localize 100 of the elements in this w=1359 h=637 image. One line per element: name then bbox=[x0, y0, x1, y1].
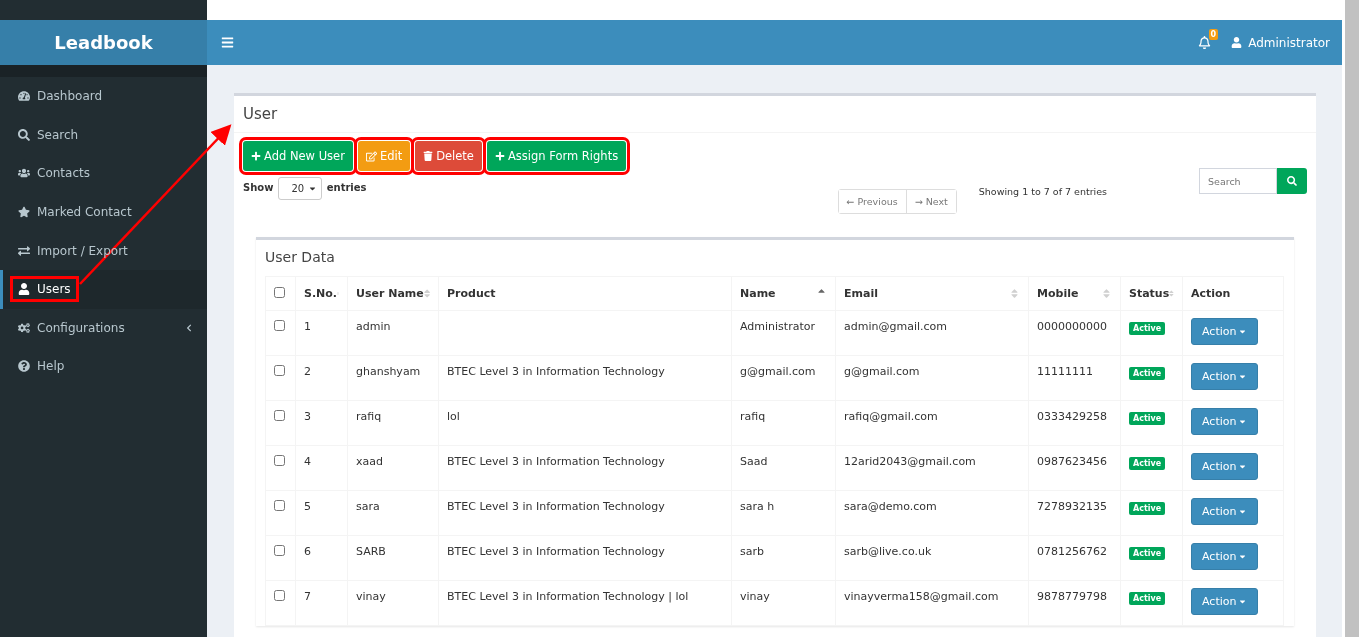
status-badge: Active bbox=[1129, 547, 1166, 560]
table-cell: BTEC Level 3 in Information Technology bbox=[438, 445, 732, 491]
sidebar-item[interactable]: Dashboard bbox=[0, 77, 207, 116]
column-header[interactable]: Mobile bbox=[1028, 276, 1121, 311]
table-cell: vinayverma158@gmail.com bbox=[835, 580, 1029, 626]
sidebar-item[interactable]: Help bbox=[0, 347, 207, 386]
column-header[interactable]: User Name bbox=[347, 276, 439, 311]
action-button[interactable]: Action bbox=[1191, 453, 1259, 480]
caret-icon bbox=[1238, 417, 1248, 426]
caret-icon bbox=[1238, 552, 1248, 561]
sort-icon bbox=[1101, 288, 1112, 299]
column-header[interactable]: Product bbox=[438, 276, 732, 311]
caret-icon bbox=[1238, 462, 1248, 471]
plus-icon bbox=[251, 151, 261, 161]
action-button[interactable]: Action bbox=[1191, 408, 1259, 435]
table-cell: 12arid2043@gmail.com bbox=[835, 445, 1029, 491]
table-cell: ghanshyam bbox=[347, 355, 439, 401]
status-badge: Active bbox=[1129, 502, 1166, 515]
row-checkbox[interactable] bbox=[274, 590, 285, 601]
user-icon bbox=[1231, 37, 1243, 48]
next-button[interactable]: → Next bbox=[905, 190, 956, 213]
table-cell: 1 bbox=[295, 310, 348, 356]
sidebar-item[interactable]: Configurations bbox=[0, 308, 207, 348]
brand-logo[interactable]: Leadbook bbox=[0, 20, 207, 65]
table-cell: sara h bbox=[731, 490, 836, 536]
table-cell: Saad bbox=[731, 445, 836, 491]
row-checkbox[interactable] bbox=[274, 455, 285, 466]
column-header[interactable]: Status bbox=[1120, 276, 1183, 311]
card-title: User Data bbox=[264, 248, 336, 267]
table-cell: rafiq bbox=[347, 400, 439, 446]
status-badge: Active bbox=[1129, 412, 1166, 425]
table-cell: sara bbox=[347, 490, 439, 536]
row-checkbox[interactable] bbox=[274, 365, 285, 376]
table-cell: BTEC Level 3 in Information Technology bbox=[438, 535, 732, 581]
table-cell: 0000000000 bbox=[1028, 310, 1121, 356]
search-button[interactable] bbox=[1277, 168, 1307, 194]
table-cell: sara@demo.com bbox=[835, 490, 1029, 536]
row-checkbox[interactable] bbox=[274, 320, 285, 331]
sort-icon bbox=[423, 288, 430, 299]
table-cell: Administrator bbox=[731, 310, 836, 356]
column-header[interactable]: Action bbox=[1182, 276, 1284, 311]
status-badge: Active bbox=[1129, 592, 1166, 605]
scrollbar[interactable] bbox=[1345, 0, 1359, 637]
sidebar-item[interactable]: Marked Contact bbox=[0, 192, 207, 232]
edit-icon bbox=[365, 150, 377, 162]
table-cell: sarb bbox=[731, 535, 836, 581]
sort-icon bbox=[1009, 288, 1020, 299]
table-cell: admin@gmail.com bbox=[835, 310, 1029, 356]
table-cell: 0781256762 bbox=[1028, 535, 1121, 581]
table-cell: lol bbox=[438, 400, 732, 446]
table-cell: admin bbox=[347, 310, 439, 356]
caret-icon bbox=[307, 184, 317, 193]
table-cell: vinay bbox=[347, 580, 439, 626]
status-badge: Active bbox=[1129, 457, 1166, 470]
sidebar-item[interactable]: Search bbox=[0, 115, 207, 155]
status-badge: Active bbox=[1129, 322, 1166, 335]
column-header[interactable]: Name bbox=[731, 276, 836, 311]
column-header[interactable]: Email bbox=[835, 276, 1029, 311]
search-field[interactable]: Search bbox=[1199, 168, 1277, 194]
caret-icon bbox=[1238, 372, 1248, 381]
caret-icon bbox=[1238, 507, 1248, 516]
table-cell: BTEC Level 3 in Information Technology bbox=[438, 490, 732, 536]
action-button[interactable]: Action bbox=[1191, 318, 1259, 345]
table-cell: xaad bbox=[347, 445, 439, 491]
table-cell: BTEC Level 3 in Information Technology | lol bbox=[438, 580, 732, 626]
table-cell: 4 bbox=[295, 445, 348, 491]
table-cell: 11111111 bbox=[1028, 355, 1121, 401]
entries-select[interactable]: 20 bbox=[278, 177, 322, 200]
notification-count: 0 bbox=[1208, 29, 1219, 40]
table-cell: vinay bbox=[731, 580, 836, 626]
trash-icon bbox=[423, 151, 434, 161]
row-checkbox[interactable] bbox=[274, 410, 285, 421]
caret-icon bbox=[1238, 327, 1248, 336]
action-button[interactable]: Action bbox=[1191, 363, 1259, 390]
entries-info: Showing 1 to 7 of 7 entries bbox=[978, 186, 1107, 197]
table-cell: rafiq@gmail.com bbox=[835, 400, 1029, 446]
row-checkbox[interactable] bbox=[274, 545, 285, 556]
table-cell: SARB bbox=[347, 535, 439, 581]
sidebar-item[interactable]: Contacts bbox=[0, 154, 207, 193]
status-badge: Active bbox=[1129, 367, 1166, 380]
sort-icon bbox=[1169, 288, 1174, 299]
plus-icon bbox=[494, 151, 505, 161]
table-cell: BTEC Level 3 in Information Technology bbox=[438, 355, 732, 401]
bell-icon[interactable] bbox=[1198, 36, 1212, 49]
action-button[interactable]: Action bbox=[1191, 543, 1259, 570]
column-header[interactable]: S.No. bbox=[295, 276, 348, 311]
user-menu[interactable]: Administrator bbox=[1231, 35, 1330, 50]
table-cell: 5 bbox=[295, 490, 348, 536]
row-checkbox[interactable] bbox=[274, 500, 285, 511]
table-cell: 7 bbox=[295, 580, 348, 626]
select-all-checkbox[interactable] bbox=[274, 286, 285, 298]
search-icon bbox=[1287, 176, 1297, 186]
entries-label: entries bbox=[326, 182, 367, 193]
panel-title: User bbox=[234, 96, 1316, 133]
caret-icon bbox=[1238, 597, 1248, 606]
sidebar-item[interactable]: Users bbox=[0, 269, 207, 309]
action-button[interactable]: Action bbox=[1191, 498, 1259, 525]
table-cell: sarb@live.co.uk bbox=[835, 535, 1029, 581]
table-cell: 7278932135 bbox=[1028, 490, 1121, 536]
action-button[interactable]: Action bbox=[1191, 588, 1259, 615]
